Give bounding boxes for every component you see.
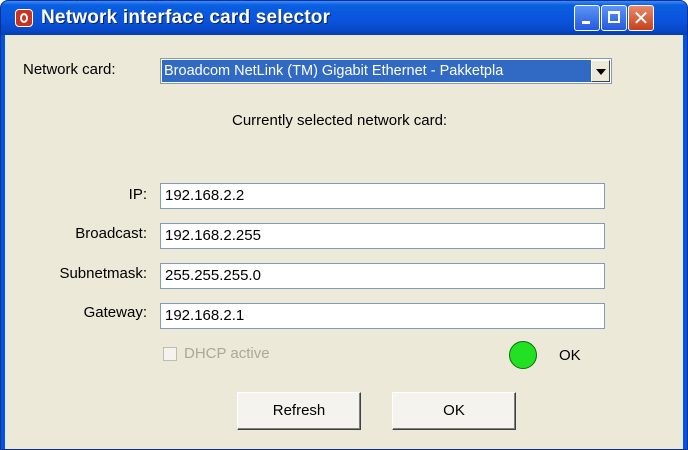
dhcp-label: DHCP active [184, 345, 270, 362]
dropdown-button[interactable] [591, 60, 610, 82]
subnetmask-field[interactable]: 255.255.255.0 [160, 263, 605, 289]
close-icon: ✕ [632, 6, 650, 30]
chevron-down-icon [596, 69, 606, 75]
refresh-button[interactable]: Refresh [237, 392, 361, 430]
status-indicator-icon [509, 341, 537, 369]
gateway-field[interactable]: 192.168.2.1 [160, 303, 605, 329]
window-title: Network interface card selector [41, 7, 331, 28]
ip-field[interactable]: 192.168.2.2 [160, 183, 605, 209]
network-card-dropdown[interactable]: Broadcom NetLink (TM) Gigabit Ethernet -… [160, 58, 612, 84]
app-logo-icon[interactable] [15, 9, 33, 27]
maximize-button[interactable] [601, 5, 627, 31]
network-card-selected-value[interactable]: Broadcom NetLink (TM) Gigabit Ethernet -… [162, 60, 592, 82]
gateway-label: Gateway: [83, 304, 147, 321]
maximize-icon [608, 11, 620, 23]
network-card-label: Network card: [23, 61, 116, 78]
broadcast-label: Broadcast: [75, 225, 147, 242]
dialog-window: Network interface card selector ✕ Networ… [0, 0, 688, 450]
broadcast-field[interactable]: 192.168.2.255 [160, 223, 605, 249]
close-button[interactable]: ✕ [628, 5, 654, 31]
ok-button[interactable]: OK [392, 392, 516, 430]
status-text: OK [559, 347, 581, 364]
dhcp-checkbox[interactable] [163, 347, 177, 361]
title-bar[interactable]: Network interface card selector ✕ [1, 1, 687, 35]
ip-label: IP: [128, 186, 147, 203]
minimize-button[interactable] [574, 5, 600, 31]
current-card-heading: Currently selected network card: [232, 112, 448, 129]
minimize-icon [582, 21, 590, 24]
subnetmask-label: Subnetmask: [59, 265, 147, 282]
